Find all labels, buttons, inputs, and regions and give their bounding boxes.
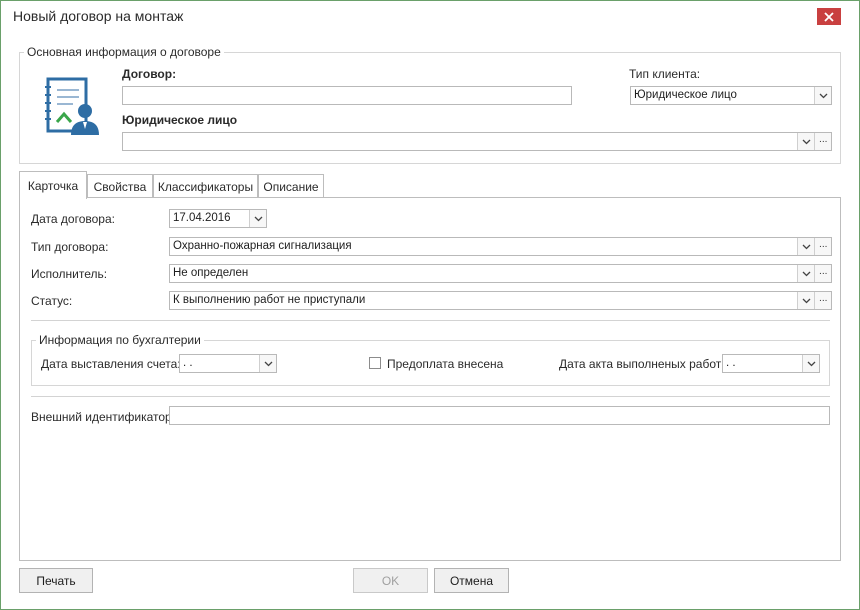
contract-date-value: 17.04.2016 <box>173 212 231 224</box>
ellipsis-icon[interactable]: ··· <box>814 238 831 255</box>
contract-type-label: Тип договора: <box>31 240 109 254</box>
executor-select[interactable]: Не определен ··· <box>169 264 832 283</box>
tab-properties-label: Свойства <box>93 179 147 194</box>
tab-card-label: Карточка <box>27 178 79 193</box>
contract-label: Договор: <box>122 67 177 81</box>
client-type-value: Юридическое лицо <box>634 89 737 101</box>
act-date-picker[interactable]: . . <box>722 354 820 373</box>
tab-classifiers-label: Классификаторы <box>157 179 254 194</box>
ellipsis-icon[interactable]: ··· <box>814 292 831 309</box>
tab-classifiers[interactable]: Классификаторы <box>153 174 258 198</box>
contract-input[interactable] <box>122 86 572 105</box>
accounting-legend: Информация по бухгалтерии <box>36 333 204 347</box>
entity-select[interactable]: ··· <box>122 132 832 151</box>
contract-type-select[interactable]: Охранно-пожарная сигнализация ··· <box>169 237 832 256</box>
chevron-down-icon[interactable] <box>249 210 266 227</box>
main-info-legend: Основная информация о договоре <box>24 45 224 59</box>
invoice-date-picker[interactable]: . . <box>179 354 277 373</box>
separator <box>31 396 830 397</box>
executor-value: Не определен <box>173 267 249 279</box>
client-type-label: Тип клиента: <box>629 67 701 81</box>
entity-label: Юридическое лицо <box>122 113 238 127</box>
dialog-window: Новый договор на монтаж Основная информа… <box>0 0 860 610</box>
executor-label: Исполнитель: <box>31 267 108 281</box>
external-id-label: Внешний идентификатор: <box>31 410 176 424</box>
ellipsis-icon[interactable]: ··· <box>814 265 831 282</box>
act-date-label: Дата акта выполненых работ: <box>559 357 725 371</box>
invoice-date-label: Дата выставления счета: <box>41 357 181 371</box>
chevron-down-icon[interactable] <box>797 133 814 150</box>
status-label: Статус: <box>31 294 73 308</box>
status-select[interactable]: К выполнению работ не приступали ··· <box>169 291 832 310</box>
chevron-down-icon[interactable] <box>814 87 831 104</box>
title-bar: Новый договор на монтаж <box>1 1 859 31</box>
invoice-date-value: . . <box>183 357 193 369</box>
chevron-down-icon[interactable] <box>259 355 276 372</box>
tab-properties[interactable]: Свойства <box>87 174 153 198</box>
tab-description-label: Описание <box>263 179 319 194</box>
contract-date-picker[interactable]: 17.04.2016 <box>169 209 267 228</box>
tab-description[interactable]: Описание <box>258 174 324 198</box>
act-date-value: . . <box>726 357 736 369</box>
status-value: К выполнению работ не приступали <box>173 294 366 306</box>
chevron-down-icon[interactable] <box>797 265 814 282</box>
ellipsis-icon[interactable]: ··· <box>814 133 831 150</box>
tab-card[interactable]: Карточка <box>19 171 87 199</box>
prepayment-checkbox[interactable] <box>369 357 381 369</box>
chevron-down-icon[interactable] <box>802 355 819 372</box>
prepayment-label: Предоплата внесена <box>387 357 504 371</box>
close-button[interactable] <box>817 8 841 25</box>
window-title: Новый договор на монтаж <box>13 8 184 24</box>
cancel-button-label: Отмена <box>449 573 494 588</box>
ok-button-label: OK <box>381 573 400 588</box>
close-icon <box>824 11 834 22</box>
contract-user-icon <box>43 77 103 139</box>
print-button-label: Печать <box>36 573 76 588</box>
chevron-down-icon[interactable] <box>797 238 814 255</box>
external-id-input[interactable] <box>169 406 830 425</box>
cancel-button[interactable]: Отмена <box>434 568 509 593</box>
contract-type-value: Охранно-пожарная сигнализация <box>173 240 352 252</box>
contract-date-label: Дата договора: <box>31 212 115 226</box>
separator <box>31 320 830 321</box>
chevron-down-icon[interactable] <box>797 292 814 309</box>
ok-button[interactable]: OK <box>353 568 428 593</box>
print-button[interactable]: Печать <box>19 568 93 593</box>
client-type-select[interactable]: Юридическое лицо <box>630 86 832 105</box>
